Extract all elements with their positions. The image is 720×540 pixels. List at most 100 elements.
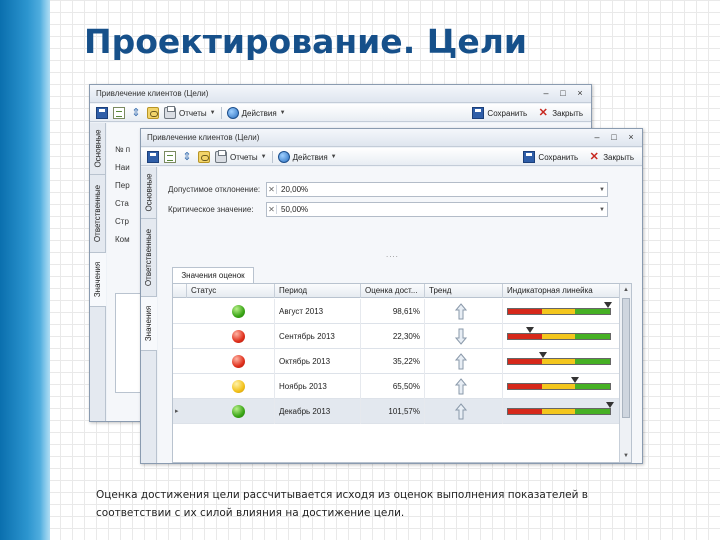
close-window-icon[interactable]: × (575, 87, 585, 99)
save-button[interactable]: Сохранить (472, 106, 527, 120)
back-window-toolbar: ⇕ Отчеты ▼ Действия ▼ Сохранить ✕ Закрыт… (90, 104, 591, 122)
slide-side-band-highlight (40, 0, 50, 540)
chevron-down-icon: ▼ (279, 110, 286, 116)
chevron-down-icon: ▼ (260, 154, 267, 160)
back-label: Стр (115, 217, 129, 226)
tab-responsible[interactable]: Ответственные (141, 219, 157, 297)
front-window: Привлечение клиентов (Цели) – □ × ⇕ Отче… (140, 128, 643, 464)
actions-button[interactable]: Действия ▼ (277, 150, 337, 164)
status-cell (187, 324, 275, 349)
score-cell: 35,22% (361, 349, 425, 374)
grid-header-status[interactable]: Статус (187, 284, 275, 298)
status-cell (187, 349, 275, 374)
actions-button[interactable]: Действия ▼ (226, 106, 286, 120)
scroll-thumb[interactable] (622, 298, 630, 418)
reports-button[interactable]: Отчеты ▼ (215, 150, 267, 164)
chevron-down-icon[interactable]: ▼ (597, 187, 607, 193)
close-button[interactable]: ✕ Закрыть (537, 106, 583, 120)
maximize-icon[interactable]: □ (558, 87, 568, 99)
indicator-bar (507, 333, 611, 340)
table-row[interactable]: ▸ Декабрь 2013 101,57% (173, 399, 619, 424)
indicator-cell (503, 349, 621, 374)
close-button[interactable]: ✕ Закрыть (588, 150, 634, 164)
acceptable-deviation-input[interactable]: ✕ 20,00% ▼ (266, 182, 608, 197)
slide-title: Проектирование. Цели (84, 22, 528, 61)
minimize-icon[interactable]: – (592, 131, 602, 143)
document-icon[interactable] (164, 151, 176, 163)
table-row[interactable]: Октябрь 2013 35,22% (173, 349, 619, 374)
score-cell: 22,30% (361, 324, 425, 349)
document-icon[interactable] (113, 107, 125, 119)
status-cell (187, 299, 275, 324)
reports-button[interactable]: Отчеты ▼ (164, 106, 216, 120)
clear-icon[interactable]: ✕ (267, 185, 277, 194)
indicator-segment (541, 384, 576, 389)
back-window-title: Привлечение клиентов (Цели) (96, 89, 209, 98)
scroll-down-icon[interactable]: ▼ (620, 450, 632, 462)
period-cell: Сентябрь 2013 (275, 324, 361, 349)
trend-cell (425, 374, 503, 399)
back-window-titlebar: Привлечение клиентов (Цели) – □ × (90, 85, 591, 103)
score-cell: 98,61% (361, 299, 425, 324)
indicator-bar (507, 383, 611, 390)
indicator-segment (575, 334, 610, 339)
indicator-marker (605, 402, 614, 408)
close-window-icon[interactable]: × (626, 131, 636, 143)
arrows-icon[interactable]: ⇕ (181, 151, 193, 163)
chevron-down-icon[interactable]: ▼ (597, 207, 607, 213)
save-icon[interactable] (96, 107, 108, 119)
globe-icon (226, 107, 239, 119)
front-window-body: Допустимое отклонение: ✕ 20,00% ▼ Критич… (158, 167, 642, 463)
front-window-titlebar: Привлечение клиентов (Цели) – □ × (141, 129, 642, 147)
tab-values[interactable]: Значения (90, 253, 106, 307)
table-row[interactable]: Ноябрь 2013 65,50% (173, 374, 619, 399)
tab-main[interactable]: Основные (141, 167, 157, 219)
table-row[interactable]: Сентябрь 2013 22,30% (173, 324, 619, 349)
save-icon[interactable] (147, 151, 159, 163)
back-label: Пер (115, 181, 130, 190)
indicator-bar (507, 308, 611, 315)
grid-header-indicator-bar[interactable]: Индикаторная линейка (503, 284, 621, 298)
toolbar-separator (271, 151, 273, 163)
indicator-segment (508, 334, 542, 339)
tab-responsible[interactable]: Ответственные (90, 175, 106, 253)
arrows-icon[interactable]: ⇕ (130, 107, 142, 119)
clear-icon[interactable]: ✕ (267, 205, 277, 214)
save-icon (523, 151, 536, 163)
indicator-segment (575, 409, 610, 414)
arrow-up-icon (455, 353, 467, 370)
grid-header-score[interactable]: Оценка дост... (361, 284, 425, 298)
grid-header-period[interactable]: Период (275, 284, 361, 298)
grid-header-trend[interactable]: Тренд (425, 284, 503, 298)
status-green-icon (232, 305, 245, 318)
grid-header-indicator (173, 284, 187, 298)
indicator-marker (570, 377, 579, 383)
indicator-segment (541, 309, 576, 314)
indicator-segment (541, 409, 576, 414)
indicator-cell (503, 374, 621, 399)
minimize-icon[interactable]: – (541, 87, 551, 99)
scroll-up-icon[interactable]: ▲ (620, 284, 632, 296)
link-icon[interactable] (147, 107, 159, 119)
tab-values[interactable]: Значения (141, 297, 157, 351)
tab-main[interactable]: Основные (90, 123, 106, 175)
chevron-down-icon: ▼ (209, 110, 216, 116)
scores-grid: Статус Период Оценка дост... Тренд Индик… (172, 283, 632, 463)
table-row[interactable]: Август 2013 98,61% (173, 299, 619, 324)
status-cell (187, 399, 275, 424)
link-icon[interactable] (198, 151, 210, 163)
indicator-segment (508, 409, 542, 414)
indicator-cell (503, 324, 621, 349)
status-yellow-icon (232, 380, 245, 393)
indicator-segment (508, 359, 542, 364)
critical-value-row: Критическое значение: (168, 202, 268, 217)
save-button[interactable]: Сохранить (523, 150, 578, 164)
back-label: № п (115, 145, 131, 154)
maximize-icon[interactable]: □ (609, 131, 619, 143)
tab-score-values[interactable]: Значения оценок (172, 267, 254, 283)
grid-scrollbar[interactable]: ▲ ▼ (619, 284, 631, 462)
critical-value-input[interactable]: ✕ 50,00% ▼ (266, 202, 608, 217)
indicator-cell (503, 299, 621, 324)
splitter-dots[interactable]: .... (386, 250, 399, 259)
save-icon (472, 107, 485, 119)
